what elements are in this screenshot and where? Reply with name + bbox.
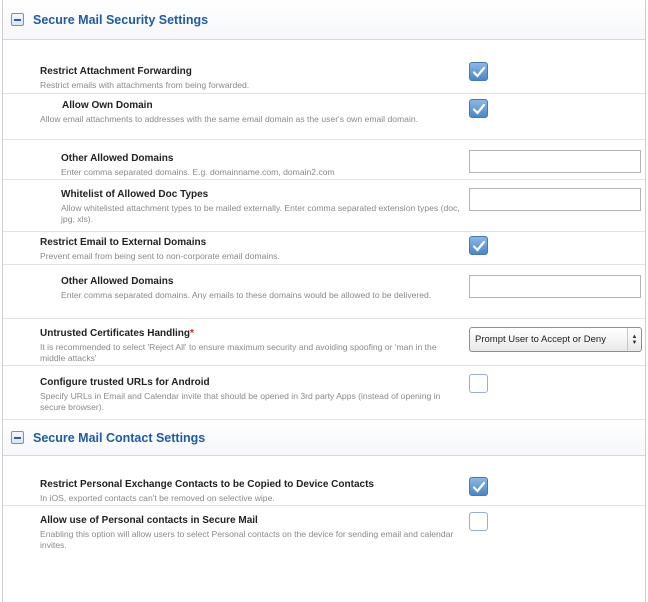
checkmark-icon [472, 103, 486, 115]
setting-row-other-allowed-domains: Other Allowed Domains Enter comma separa… [3, 140, 645, 180]
setting-label: Whitelist of Allowed Doc Types [61, 189, 209, 200]
setting-row-whitelist-doc-types: Whitelist of Allowed Doc Types Allow whi… [3, 180, 645, 232]
collapse-minus-icon[interactable] [11, 431, 24, 444]
setting-row-trusted-urls-android: Configure trusted URLs for Android Speci… [3, 366, 645, 420]
setting-label: Allow Own Domain [62, 100, 153, 111]
trusted-urls-android-checkbox[interactable] [469, 374, 488, 393]
checkmark-icon [472, 481, 486, 493]
whitelist-doc-types-input[interactable] [469, 188, 641, 211]
untrusted-certificates-select[interactable]: Prompt User to Accept or Deny ▲ ▼ [469, 327, 642, 352]
restrict-forwarding-checkbox[interactable] [469, 62, 488, 81]
setting-label: Untrusted Certificates Handling* [40, 327, 460, 340]
setting-description: Allow whitelisted attachment types to be… [61, 203, 460, 224]
setting-row-other-allowed-domains-external: Other Allowed Domains Enter comma separa… [3, 265, 645, 319]
allow-own-domain-checkbox[interactable] [469, 99, 488, 118]
setting-label: Restrict Personal Exchange Contacts to b… [40, 479, 374, 490]
setting-row-restrict-personal-exchange: Restrict Personal Exchange Contacts to b… [3, 470, 645, 506]
setting-row-restrict-external-domains: Restrict Email to External Domains Preve… [3, 232, 645, 265]
restrict-personal-exchange-checkbox[interactable] [469, 477, 488, 496]
settings-panel: Secure Mail Security Settings Restrict A… [2, 0, 646, 602]
setting-label: Other Allowed Domains [61, 276, 174, 287]
setting-label: Restrict Email to External Domains [40, 237, 207, 248]
setting-description: Allow email attachments to addresses wit… [40, 114, 419, 124]
setting-row-untrusted-certificates: Untrusted Certificates Handling* It is r… [3, 319, 645, 366]
setting-description: In iOS, exported contacts can't be remov… [40, 493, 275, 503]
setting-label: Allow use of Personal contacts in Secure… [40, 515, 258, 526]
setting-row-allow-own-domain: Allow Own Domain Allow email attachments… [3, 94, 645, 140]
section-header-mail-security[interactable]: Secure Mail Security Settings [3, 0, 645, 40]
section-title: Secure Mail Contact Settings [33, 430, 206, 445]
setting-description: Restrict emails with attachments from be… [40, 80, 250, 90]
setting-description: Enter comma separated domains. Any email… [61, 290, 432, 300]
setting-description: It is recommended to select 'Reject All'… [40, 342, 437, 363]
collapse-minus-icon[interactable] [11, 13, 24, 26]
setting-label: Restrict Attachment Forwarding [40, 66, 192, 77]
setting-label: Other Allowed Domains [61, 153, 174, 164]
setting-label-text: Untrusted Certificates Handling [40, 328, 191, 339]
setting-label: Configure trusted URLs for Android [40, 377, 210, 388]
select-value: Prompt User to Accept or Deny [475, 334, 606, 345]
setting-description: Prevent email from being sent to non-cor… [40, 251, 280, 261]
section-title: Secure Mail Security Settings [33, 12, 209, 27]
checkmark-icon [472, 66, 486, 78]
other-allowed-domains-input[interactable] [469, 150, 641, 173]
setting-description: Enter comma separated domains. E.g. doma… [61, 167, 335, 177]
section-header-mail-contact[interactable]: Secure Mail Contact Settings [3, 420, 645, 456]
allow-personal-contacts-checkbox[interactable] [469, 512, 488, 531]
restrict-external-domains-checkbox[interactable] [469, 236, 488, 255]
checkmark-icon [472, 240, 486, 252]
setting-description: Enabling this option will allow users to… [40, 529, 454, 550]
setting-row-allow-personal-contacts: Allow use of Personal contacts in Secure… [3, 506, 645, 558]
setting-description: Specify URLs in Email and Calendar invit… [40, 391, 441, 412]
required-marker: * [190, 328, 194, 339]
other-allowed-domains-external-input[interactable] [469, 275, 641, 298]
up-down-arrows-icon: ▲ ▼ [627, 328, 641, 351]
setting-row-restrict-attachment-forwarding: Restrict Attachment Forwarding Restrict … [3, 52, 645, 94]
